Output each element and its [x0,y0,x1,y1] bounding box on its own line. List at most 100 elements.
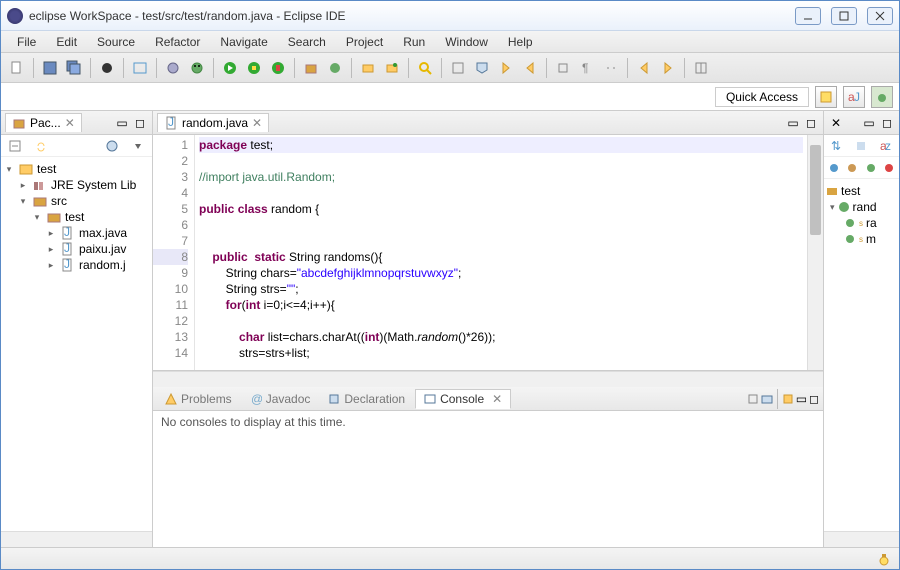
debug-perspective-button[interactable] [871,86,893,108]
outline-hscroll[interactable] [824,531,899,547]
menu-project[interactable]: Project [338,33,391,51]
pin-console-button[interactable] [747,393,759,405]
outline-toolbar: ⇅ az [824,135,899,157]
menu-refactor[interactable]: Refactor [147,33,208,51]
javadoc-tab[interactable]: @Javadoc [242,390,319,408]
problems-tab[interactable]: Problems [157,390,240,408]
tree-file-paixu[interactable]: ▸Jpaixu.jav [1,241,152,257]
close-tab-icon[interactable]: ✕ [65,116,75,130]
java-perspective-button[interactable]: aJ [843,86,865,108]
minimize-button[interactable] [795,7,821,25]
eclipse-icon [7,8,23,24]
bottom-panel: Problems @Javadoc Declaration Console✕ ▭… [153,387,823,547]
back-button[interactable] [634,58,654,78]
minimize-editor-button[interactable]: ▭ [785,115,801,131]
external-tools-button[interactable] [268,58,288,78]
console-tab[interactable]: Console✕ [415,389,511,409]
filter-button[interactable] [852,136,870,156]
main-area: Pac... ✕ ▭ ◻ ▾test ▸JRE System Lib ▾src … [1,111,899,547]
hide-nonpublic-button[interactable] [865,158,877,178]
code-area[interactable]: package test; //import java.util.Random;… [195,135,807,370]
hide-local-button[interactable] [883,158,895,178]
skip-breakpoints-button[interactable] [163,58,183,78]
close-tab-icon[interactable]: ✕ [252,116,262,130]
menu-source[interactable]: Source [89,33,143,51]
debug-button[interactable] [187,58,207,78]
build-button[interactable] [97,58,117,78]
close-tab-icon[interactable]: ✕ [492,392,502,406]
open-task-button[interactable] [382,58,402,78]
editor-vscroll[interactable] [807,135,823,370]
tree-project[interactable]: ▾test [1,161,152,177]
az-sort-button[interactable]: az [877,136,895,156]
open-perspective-button[interactable] [815,86,837,108]
outline-method-1[interactable]: sra [826,215,897,231]
run-button[interactable] [220,58,240,78]
menu-file[interactable]: File [9,33,44,51]
close-button[interactable] [867,7,893,25]
console-icon [424,393,436,405]
pin-button[interactable] [691,58,711,78]
collapse-all-button[interactable] [5,136,25,156]
hide-fields-button[interactable] [828,158,840,178]
search-button[interactable] [415,58,435,78]
tree-package[interactable]: ▾test [1,209,152,225]
editor-tab-random[interactable]: J random.java ✕ [157,113,269,132]
menu-help[interactable]: Help [500,33,541,51]
tree-file-random[interactable]: ▸Jrandom.j [1,257,152,273]
minimize-bottom-button[interactable]: ▭ [796,392,807,406]
paragraph-button[interactable]: ¶ [577,58,597,78]
tree-hscroll[interactable] [1,531,152,547]
package-tree[interactable]: ▾test ▸JRE System Lib ▾src ▾test ▸Jmax.j… [1,157,152,531]
quick-access-button[interactable]: Quick Access [715,87,809,107]
hide-static-button[interactable] [846,158,858,178]
maximize-view-button[interactable]: ◻ [132,115,148,131]
maximize-bottom-button[interactable]: ◻ [809,392,819,406]
display-console-button[interactable] [761,393,773,405]
code-editor[interactable]: 1234567891011121314 package test; //impo… [153,135,823,371]
sort-button[interactable]: ⇅ [828,136,846,156]
outline-class[interactable]: ▾rand [826,199,897,215]
forward-button[interactable] [658,58,678,78]
open-console-button[interactable] [782,393,794,405]
prev-annotation-button[interactable] [520,58,540,78]
svg-text:@: @ [251,393,262,405]
last-edit-button[interactable] [553,58,573,78]
menu-run[interactable]: Run [395,33,433,51]
menu-edit[interactable]: Edit [48,33,85,51]
outline-package[interactable]: test [826,183,897,199]
focus-button[interactable] [102,136,122,156]
close-outline-icon[interactable]: ✕ [828,115,844,131]
tip-icon[interactable] [877,552,891,566]
menu-window[interactable]: Window [437,33,496,51]
menu-navigate[interactable]: Navigate [212,33,275,51]
annotation-button[interactable] [472,58,492,78]
tree-jre[interactable]: ▸JRE System Lib [1,177,152,193]
link-editor-button[interactable] [31,136,51,156]
coverage-button[interactable] [244,58,264,78]
toggle-breadcrumb-button[interactable] [130,58,150,78]
outline-method-2[interactable]: sm [826,231,897,247]
maximize-button[interactable] [831,7,857,25]
menu-search[interactable]: Search [280,33,334,51]
toggle-mark-button[interactable] [448,58,468,78]
tree-src[interactable]: ▾src [1,193,152,209]
declaration-tab[interactable]: Declaration [320,390,413,408]
tree-file-max[interactable]: ▸Jmax.java [1,225,152,241]
next-annotation-button[interactable] [496,58,516,78]
save-all-button[interactable] [64,58,84,78]
new-class-button[interactable] [325,58,345,78]
editor-hscroll[interactable] [153,371,823,387]
maximize-outline-button[interactable]: ◻ [879,115,895,131]
minimize-outline-button[interactable]: ▭ [861,115,877,131]
open-type-button[interactable] [358,58,378,78]
minimize-view-button[interactable]: ▭ [114,115,130,131]
view-menu-button[interactable] [128,136,148,156]
show-whitespace-button[interactable] [601,58,621,78]
maximize-editor-button[interactable]: ◻ [803,115,819,131]
new-button[interactable] [7,58,27,78]
save-button[interactable] [40,58,60,78]
outline-tree[interactable]: test ▾rand sra sm [824,179,899,531]
new-package-button[interactable] [301,58,321,78]
package-explorer-tab[interactable]: Pac... ✕ [5,113,82,132]
